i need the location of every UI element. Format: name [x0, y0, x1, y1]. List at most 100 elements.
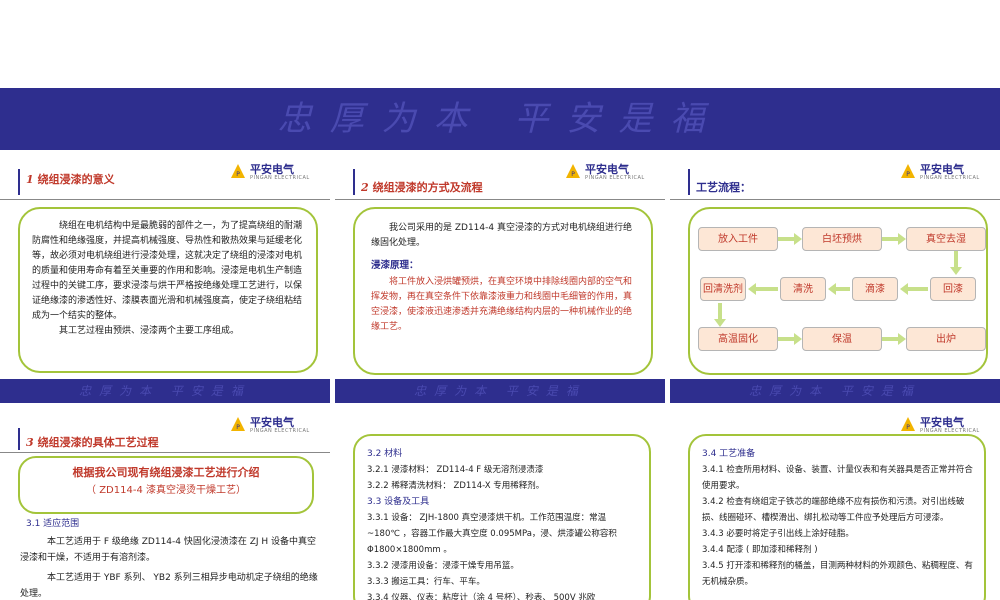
- slide-4[interactable]: 3 绕组浸漆的具体工艺过程 P 平安电气 PINGAN ELECTRICAL 根据…: [0, 408, 330, 600]
- logo-mark-icon: P: [231, 164, 245, 178]
- list-item: 3.3.3 搬运工具：行车、平车。: [367, 577, 485, 587]
- flow-step: 放入工件: [698, 227, 778, 251]
- list-item: 3.4.4 配漆 ( 即加漆和稀释剂 ): [702, 545, 818, 555]
- intro-line-1: 根据我公司现有绕组浸漆工艺进行介绍: [72, 466, 260, 479]
- header-divider: [335, 199, 665, 200]
- arrow-right-icon: [778, 333, 802, 345]
- slide-2[interactable]: 2 绕组浸漆的方式及流程 P 平安电气 PINGAN ELECTRICAL 我公司…: [335, 155, 665, 403]
- company-logo: P 平安电气 PINGAN ELECTRICAL: [230, 414, 320, 438]
- flow-step: 回清洗剂: [700, 277, 746, 301]
- list-item: 3.4.1 检查所用材料、设备、装置、计量仪表和有关器具是否正常并符合使用要求。: [702, 465, 973, 491]
- flow-step: 真空去湿: [906, 227, 986, 251]
- title-accent-bar: [688, 169, 690, 195]
- logo-mark-icon: P: [566, 164, 580, 178]
- flow-step: 清洗: [780, 277, 826, 301]
- logo-mark-icon: P: [231, 417, 245, 431]
- title-accent-bar: [18, 428, 20, 450]
- svg-text:P: P: [571, 171, 575, 178]
- content-box: 3.4 工艺准备 3.4.1 检查所用材料、设备、装置、计量仪表和有关器具是否正常…: [688, 434, 986, 600]
- item-list: 3.2 材料 3.2.1 浸漆材料： ZD114-4 F 级无溶剂浸渍漆 3.2.2…: [367, 446, 639, 600]
- flow-step: 白坯预烘: [802, 227, 882, 251]
- principle-text: 将工件放入浸烘罐预烘，在真空环境中排除线圈内部的空气和挥发物，再在真空条件下依靠…: [371, 277, 633, 332]
- logo-brand-en: PINGAN ELECTRICAL: [250, 175, 310, 181]
- header-divider: [0, 199, 330, 200]
- title-accent-bar: [18, 169, 20, 195]
- arrow-down-icon: [950, 251, 962, 275]
- arrow-down-icon: [714, 303, 726, 327]
- title-accent-bar: [353, 169, 355, 195]
- slide-title: 1 绕组浸漆的意义: [26, 173, 146, 187]
- logo-brand-en: PINGAN ELECTRICAL: [250, 428, 310, 434]
- list-item: 3.2.1 浸漆材料： ZD114-4 F 级无溶剂浸渍漆: [367, 465, 544, 475]
- flow-step: 出炉: [906, 327, 986, 351]
- intro-box: 根据我公司现有绕组浸漆工艺进行介绍 （ ZD114-4 漆真空浸烫干燥工艺）: [18, 456, 314, 514]
- slide-1[interactable]: 1 绕组浸漆的意义 P 平安电气 PINGAN ELECTRICAL 绕组在电机结…: [0, 155, 330, 403]
- section-heading: 3.4 工艺准备: [702, 449, 756, 459]
- title-number: 3: [26, 436, 34, 449]
- list-item: 3.3.4 仪器、仪表：粘度计（涂 4 号杯）、秒表、 500V 兆欧: [367, 593, 596, 600]
- paragraph: 绕组在电机结构中是最脆弱的部件之一，为了提高绕组的耐潮防腐性和绝缘强度，并提高机…: [32, 221, 303, 321]
- list-item: 3.4.5 打开漆和稀释剂的桶盖，目测两种材料的外观颜色、粘稠程度、有无机械杂质…: [702, 561, 973, 587]
- content-box: 绕组在电机结构中是最脆弱的部件之一，为了提高绕组的耐潮防腐性和绝缘强度，并提高机…: [18, 207, 318, 373]
- title-text: 绕组浸漆的具体工艺过程: [37, 436, 159, 449]
- header-divider: [670, 199, 1000, 200]
- logo-mark-icon: P: [901, 417, 915, 431]
- slide-title: 2 绕组浸漆的方式及流程: [361, 179, 483, 195]
- logo-brand-en: PINGAN ELECTRICAL: [585, 175, 645, 181]
- company-logo: P 平安电气 PINGAN ELECTRICAL: [900, 161, 990, 185]
- paragraph: 其工艺过程由预烘、浸漆两个主要工序组成。: [59, 326, 240, 336]
- slide-footer: 忠厚为本 平安是福: [0, 379, 330, 403]
- header-divider: [0, 452, 330, 453]
- list-item: 3.3.1 设备： ZJH-1800 真空浸漆烘干机。工作范围温度：常温~180…: [367, 513, 617, 555]
- slide-5[interactable]: 3.2 材料 3.2.1 浸漆材料： ZD114-4 F 级无溶剂浸渍漆 3.2.2…: [335, 408, 665, 600]
- slide-footer: 忠厚为本 平安是福: [670, 379, 1000, 403]
- top-banner: 忠厚为本 平安是福: [0, 88, 1000, 150]
- title-number: 2: [361, 181, 369, 194]
- company-logo: P 平安电气 PINGAN ELECTRICAL: [230, 161, 320, 185]
- company-logo: P 平安电气 PINGAN ELECTRICAL: [565, 161, 655, 185]
- logo-brand-en: PINGAN ELECTRICAL: [920, 175, 980, 181]
- flow-step: 回漆: [930, 277, 976, 301]
- paragraph: 我公司采用的是 ZD114-4 真空浸漆的方式对电机绕组进行绝缘固化处理。: [371, 223, 632, 248]
- section-heading: 3.2 材料: [367, 449, 403, 459]
- content-box: 3.2 材料 3.2.1 浸漆材料： ZD114-4 F 级无溶剂浸渍漆 3.2.2…: [353, 434, 651, 600]
- content-box: 我公司采用的是 ZD114-4 真空浸漆的方式对电机绕组进行绝缘固化处理。 浸漆…: [353, 207, 653, 375]
- flow-step: 高温固化: [698, 327, 778, 351]
- list-item: 3.4.2 检查有绕组定子铁芯的端部绝缘不应有损伤和污渍。对引出线破损、线圈碰环…: [702, 497, 965, 523]
- section-heading: 3.1 适应范围: [26, 519, 80, 529]
- title-number: 1: [26, 173, 34, 186]
- list-item: 3.4.3 必要时将定子引出线上涂好硅脂。: [702, 529, 854, 539]
- list-item: 3.2.2 稀释清洗材料： ZD114-X 专用稀释剂。: [367, 481, 545, 491]
- arrow-right-icon: [778, 233, 802, 245]
- banner-motto: 忠厚为本 平安是福: [277, 99, 723, 139]
- svg-text:P: P: [906, 424, 910, 431]
- footer-motto: 忠厚为本 平安是福: [749, 384, 921, 398]
- arrow-left-icon: [828, 283, 850, 295]
- footer-motto: 忠厚为本 平安是福: [414, 384, 586, 398]
- slide-footer: 忠厚为本 平安是福: [335, 379, 665, 403]
- intro-line-2: （ ZD114-4 漆真空浸烫干燥工艺）: [86, 485, 246, 496]
- arrow-right-icon: [882, 333, 906, 345]
- flow-step: 保温: [802, 327, 882, 351]
- list-item: 3.3.2 浸漆用设备：浸漆干燥专用吊篮。: [367, 561, 519, 571]
- paragraph: 本工艺适用于 YBF 系列、 YB2 系列三相异步电动机定子绕组的绝缘处理。: [20, 573, 318, 599]
- svg-text:P: P: [236, 171, 240, 178]
- slide-title: 3 绕组浸漆的具体工艺过程: [26, 434, 159, 450]
- arrow-left-icon: [748, 283, 778, 295]
- principle-heading: 浸漆原理：: [371, 260, 419, 271]
- arrow-left-icon: [900, 283, 928, 295]
- title-text: 绕组浸漆的意义: [37, 173, 115, 186]
- svg-text:P: P: [906, 171, 910, 178]
- slide-3[interactable]: 工艺流程： P 平安电气 PINGAN ELECTRICAL 放入工件 白坯预烘…: [670, 155, 1000, 403]
- flow-step: 滴漆: [852, 277, 898, 301]
- arrow-right-icon: [882, 233, 906, 245]
- paragraph: 本工艺适用于 F 级绝缘 ZD114-4 快固化浸渍漆在 ZJ H 设备中真空浸…: [20, 537, 317, 563]
- title-text: 绕组浸漆的方式及流程: [372, 181, 483, 194]
- slide-title: 工艺流程：: [696, 181, 751, 194]
- item-list: 3.4 工艺准备 3.4.1 检查所用材料、设备、装置、计量仪表和有关器具是否正常…: [702, 446, 974, 590]
- footer-motto: 忠厚为本 平安是福: [79, 384, 251, 398]
- logo-mark-icon: P: [901, 164, 915, 178]
- slide-6[interactable]: P 平安电气 PINGAN ELECTRICAL 3.4 工艺准备 3.4.1 检…: [670, 408, 1000, 600]
- svg-text:P: P: [236, 424, 240, 431]
- section-heading: 3.3 设备及工具: [367, 497, 430, 507]
